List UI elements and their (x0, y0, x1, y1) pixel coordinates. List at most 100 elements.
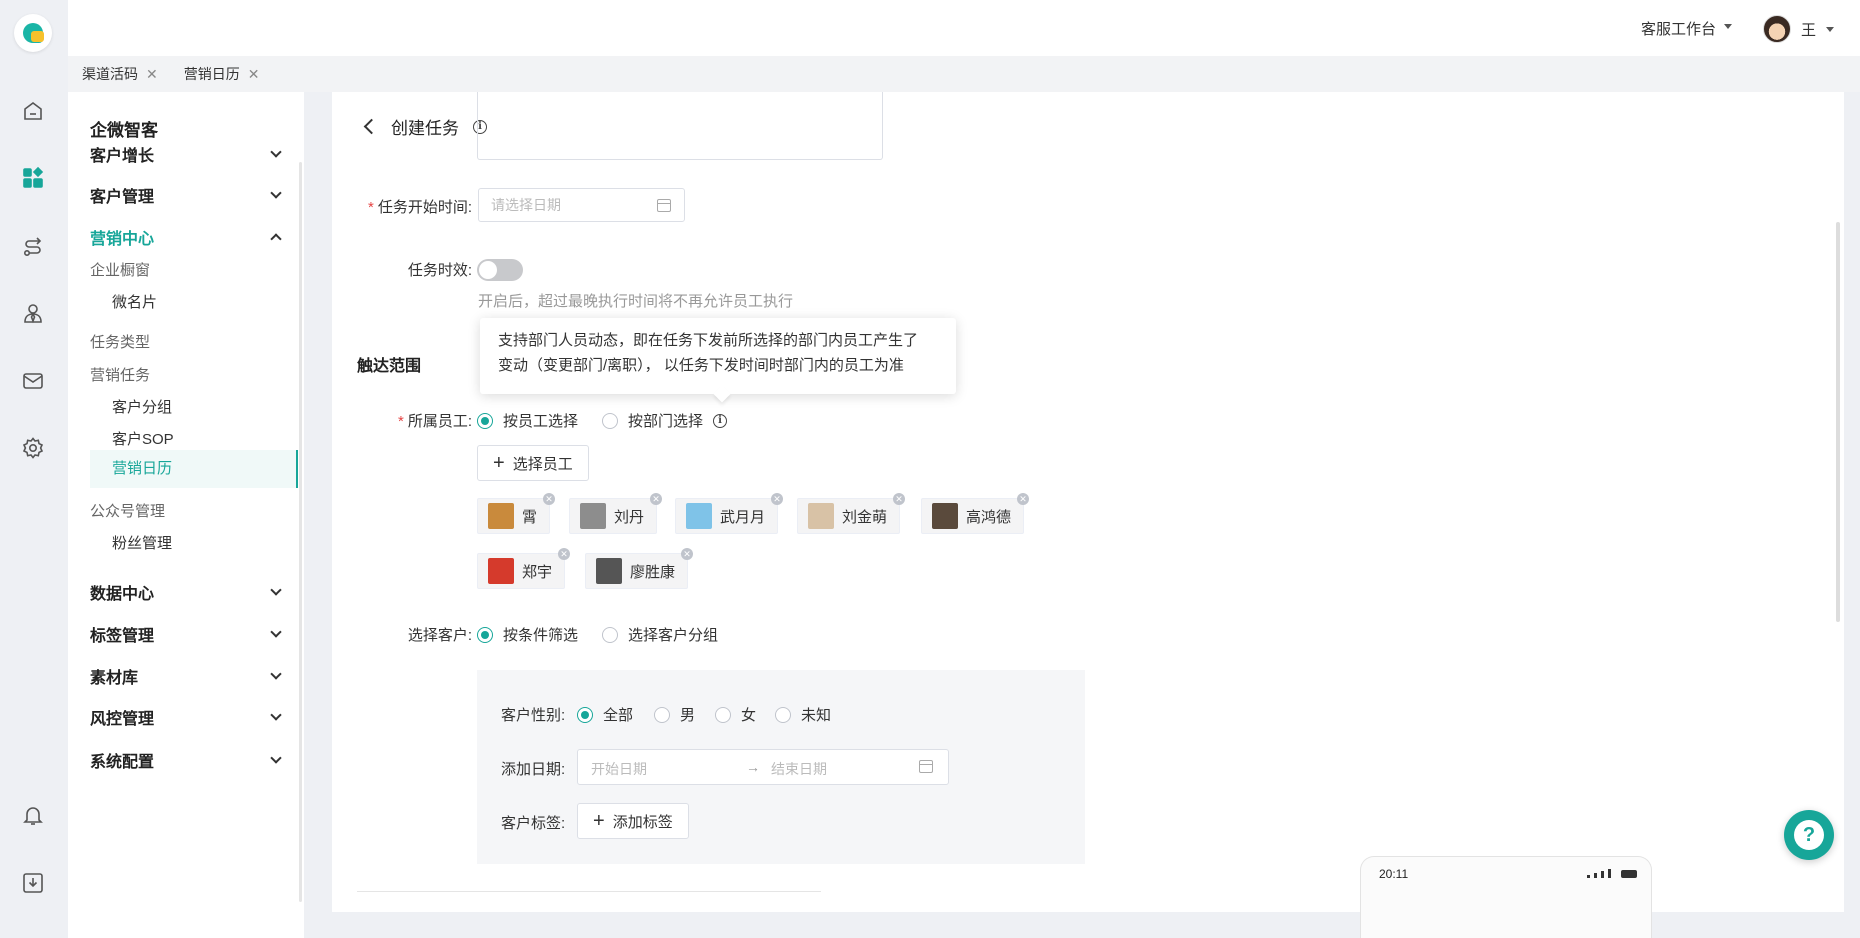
avatar (596, 558, 622, 584)
help-button[interactable]: ? (1784, 810, 1834, 860)
chevron-down-icon (270, 187, 282, 199)
gender-radio-female[interactable]: 女 (715, 704, 756, 725)
avatar (808, 503, 834, 529)
user-name: 王 (1800, 21, 1816, 39)
sidebar-item-customer-mgmt[interactable]: 客户管理 (90, 183, 286, 207)
validity-label: 任务时效: (407, 262, 472, 279)
section-title-scope: 触达范围 (357, 358, 422, 375)
chevron-down-icon (270, 146, 282, 158)
mail-icon[interactable] (20, 368, 46, 394)
sidebar-item-customer-group[interactable]: 客户分组 (112, 396, 286, 417)
staff-chip-name: 廖胜康 (630, 563, 676, 581)
icon-rail (0, 0, 68, 938)
staff-chip-name: 高鸿德 (966, 508, 1012, 526)
staff-chip-name: 刘金萌 (842, 508, 888, 526)
radio-customer-group[interactable]: 选择客户分组 (602, 624, 718, 645)
staff-chip-name: 霄 (522, 508, 538, 526)
gender-radio-all[interactable]: 全部 (577, 704, 633, 725)
gender-radio-unknown[interactable]: 未知 (775, 704, 831, 725)
sidebar-group-showcase: 企业橱窗 (90, 262, 151, 279)
close-icon[interactable]: ✕ (248, 66, 260, 83)
plus-icon: + (593, 810, 605, 832)
radio-filter-by-condition[interactable]: 按条件筛选 (477, 624, 578, 645)
add-tag-button[interactable]: + 添加标签 (577, 803, 689, 839)
avatar (686, 503, 712, 529)
range-arrow-icon: → (746, 759, 760, 775)
dept-info-tooltip: 支持部门人员动态，即在任务下发前所选择的部门内员工产生了 变动（变更部门/离职）… (480, 318, 956, 394)
phone-time: 20:11 (1379, 867, 1409, 881)
sidebar-item-marketing-calendar[interactable]: 营销日历 (90, 450, 298, 488)
sidebar-item-material[interactable]: 素材库 (90, 664, 286, 688)
apps-icon[interactable] (20, 165, 46, 191)
sidebar-item-task-type[interactable]: 任务类型 (90, 331, 286, 352)
workspace-dropdown[interactable]: 客服工作台 (1641, 18, 1732, 39)
remove-icon[interactable]: ✕ (681, 548, 694, 560)
tab-marketing-calendar[interactable]: 营销日历 ✕ (184, 64, 260, 84)
phone-preview: 20:11 (1360, 856, 1652, 938)
staff-chip: 刘金萌 ✕ (797, 493, 906, 534)
chevron-down-icon (270, 584, 282, 596)
radio-by-dept[interactable]: 按部门选择 i (602, 410, 728, 431)
sidebar-scrollbar[interactable] (299, 162, 302, 902)
staff-chip: 刘丹 ✕ (569, 493, 663, 534)
select-staff-button[interactable]: + 选择员工 (477, 445, 589, 481)
staff-chip: 高鸿德 ✕ (921, 493, 1030, 534)
gender-label: 客户性别: (501, 707, 566, 724)
divider (357, 891, 821, 892)
sidebar-item-tag-mgmt[interactable]: 标签管理 (90, 622, 286, 646)
form-scrollbar[interactable] (1836, 222, 1840, 622)
remove-icon[interactable]: ✕ (543, 493, 556, 505)
sidebar-item-data-center[interactable]: 数据中心 (90, 580, 286, 604)
page-title: 创建任务 (391, 119, 459, 138)
remove-icon[interactable]: ✕ (558, 548, 571, 560)
route-icon[interactable] (20, 233, 46, 259)
back-arrow-icon[interactable] (363, 118, 380, 135)
remove-icon[interactable]: ✕ (650, 493, 663, 505)
user-tie-icon[interactable] (20, 300, 46, 326)
calendar-icon (919, 760, 933, 773)
gender-radio-male[interactable]: 男 (654, 704, 695, 725)
calendar-icon (657, 199, 671, 212)
tab-channel-code[interactable]: 渠道活码 ✕ (82, 64, 158, 84)
sidebar-item-fans[interactable]: 粉丝管理 (112, 532, 286, 553)
sidebar-item-growth[interactable]: 客户增长 (90, 142, 286, 166)
previous-field-input[interactable] (477, 92, 883, 160)
radio-by-staff[interactable]: 按员工选择 (477, 410, 578, 431)
gear-icon[interactable] (20, 435, 46, 461)
customer-filter-panel: 客户性别: 全部 男 女 未知 添加日期: 开始日期 → 结束日期 客户标签: … (477, 670, 1085, 864)
download-icon[interactable] (20, 870, 46, 896)
sidebar-item-system[interactable]: 系统配置 (90, 748, 286, 772)
remove-icon[interactable]: ✕ (1017, 493, 1030, 505)
signal-battery-icon (1587, 869, 1637, 878)
validity-toggle[interactable] (477, 259, 523, 281)
sidebar-item-marketing[interactable]: 营销中心 (90, 225, 286, 249)
start-date-placeholder: 开始日期 (591, 761, 647, 777)
remove-icon[interactable]: ✕ (771, 493, 784, 505)
sidebar-item-risk[interactable]: 风控管理 (90, 705, 286, 729)
sidebar-item-customer-sop[interactable]: 客户SOP (112, 428, 286, 449)
remove-icon[interactable]: ✕ (893, 493, 906, 505)
add-date-range-picker[interactable]: 开始日期 → 结束日期 (577, 749, 949, 785)
staff-chip: 霄 ✕ (477, 493, 556, 534)
start-date-input[interactable]: 请选择日期 (478, 188, 685, 222)
chevron-down-icon (270, 709, 282, 721)
chevron-down-icon (270, 668, 282, 680)
chevron-down-icon (1826, 26, 1834, 36)
close-icon[interactable]: ✕ (146, 66, 158, 83)
page-header: 创建任务 i (363, 114, 487, 139)
app-logo (14, 14, 52, 52)
info-icon[interactable]: i (713, 413, 728, 428)
bell-icon[interactable] (20, 802, 46, 828)
staff-chip: 廖胜康 ✕ (585, 548, 694, 589)
home-icon[interactable] (20, 98, 46, 124)
avatar (488, 558, 514, 584)
customer-label: 选择客户: (407, 627, 472, 644)
start-time-label: * 任务开始时间: (367, 199, 472, 216)
sidebar-item-micro-card[interactable]: 微名片 (112, 291, 286, 312)
user-menu[interactable]: 王 (1762, 15, 1834, 43)
staff-chip: 郑宇 ✕ (477, 548, 571, 589)
chevron-down-icon (270, 626, 282, 638)
avatar (580, 503, 606, 529)
sidebar-group-official-account: 公众号管理 (90, 503, 166, 520)
avatar (932, 503, 958, 529)
